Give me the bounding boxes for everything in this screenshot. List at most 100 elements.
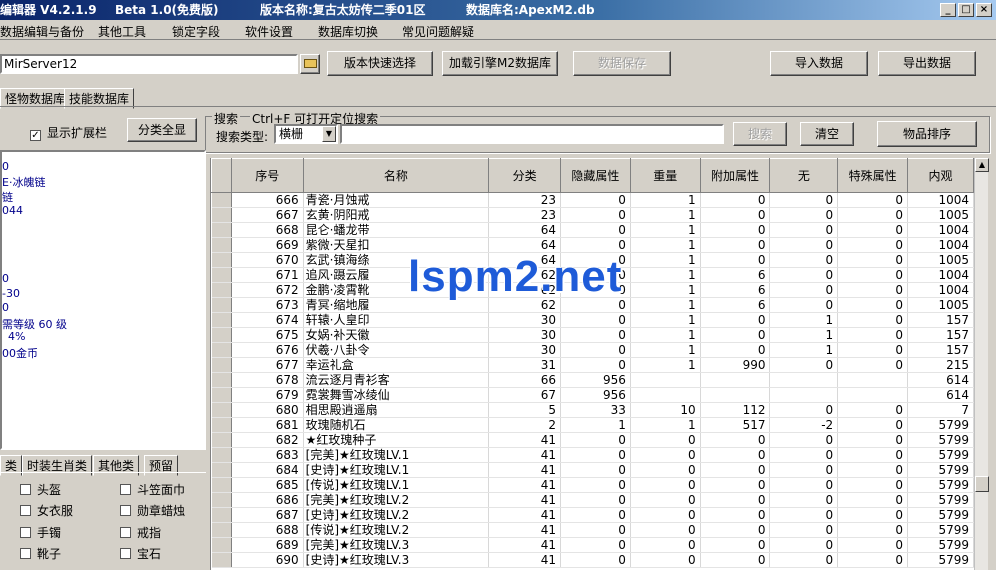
row-indicator[interactable] bbox=[211, 267, 232, 283]
chevron-down-icon[interactable]: ▼ bbox=[322, 126, 336, 142]
cell-none[interactable]: 0 bbox=[769, 297, 839, 313]
row-indicator[interactable] bbox=[211, 342, 232, 358]
cell-weight[interactable]: 1 bbox=[630, 357, 701, 373]
cell-appearance[interactable]: 5799 bbox=[907, 477, 974, 493]
cell-special-attr[interactable]: 0 bbox=[837, 417, 909, 433]
cell-category[interactable]: 67 bbox=[488, 387, 561, 403]
table-row[interactable]: 674 轩辕·人皇印 30 0 1 0 1 0 157 bbox=[211, 312, 974, 328]
col-header-category[interactable]: 分类 bbox=[488, 158, 561, 193]
cell-appearance[interactable]: 1004 bbox=[907, 282, 974, 298]
menu-tools[interactable]: 其他工具 bbox=[98, 23, 146, 40]
cell-extra-attr[interactable]: 0 bbox=[700, 327, 771, 343]
table-row[interactable]: 675 女娲·补天徽 30 0 1 0 1 0 157 bbox=[211, 327, 974, 343]
cell-weight[interactable]: 1 bbox=[630, 237, 701, 253]
cell-appearance[interactable]: 5799 bbox=[907, 552, 974, 568]
folder-browse-button[interactable] bbox=[300, 54, 320, 74]
cell-name[interactable]: 玫瑰随机石 bbox=[303, 417, 490, 433]
menu-db-switch[interactable]: 数据库切换 bbox=[318, 23, 378, 40]
cell-none[interactable] bbox=[769, 387, 839, 403]
server-path-field[interactable]: MirServer12 bbox=[0, 54, 298, 74]
cell-category[interactable]: 66 bbox=[488, 372, 561, 388]
cell-none[interactable]: 0 bbox=[769, 492, 839, 508]
cell-extra-attr[interactable]: 0 bbox=[700, 462, 771, 478]
cell-none[interactable]: 0 bbox=[769, 252, 839, 268]
cell-appearance[interactable]: 5799 bbox=[907, 417, 974, 433]
cell-name[interactable]: [完美]★红玫瑰LV.3 bbox=[303, 537, 490, 553]
table-row[interactable]: 669 紫微·天星扣 64 0 1 0 0 0 1004 bbox=[211, 237, 974, 253]
col-header-hidden-attr[interactable]: 隐藏属性 bbox=[559, 158, 631, 193]
table-row[interactable]: 681 玫瑰随机石 2 1 1 517 -2 0 5799 bbox=[211, 417, 974, 433]
table-row[interactable]: 688 [传说]★红玫瑰LV.2 41 0 0 0 0 0 5799 bbox=[211, 522, 974, 538]
row-indicator[interactable] bbox=[211, 492, 232, 508]
cell-special-attr[interactable]: 0 bbox=[837, 432, 909, 448]
cell-special-attr[interactable]: 0 bbox=[837, 477, 909, 493]
cell-extra-attr[interactable]: 0 bbox=[700, 552, 771, 568]
cell-name[interactable]: 玄黄·阴阳戒 bbox=[303, 207, 490, 223]
cell-extra-attr[interactable]: 990 bbox=[700, 357, 771, 373]
cell-name[interactable]: 幸运礼盒 bbox=[303, 357, 490, 373]
cell-weight[interactable]: 1 bbox=[630, 342, 701, 358]
cell-category[interactable]: 64 bbox=[488, 222, 561, 238]
cell-hidden-attr[interactable]: 0 bbox=[560, 537, 631, 553]
cell-name[interactable]: [史诗]★红玫瑰LV.3 bbox=[303, 552, 490, 568]
cell-id[interactable]: 673 bbox=[231, 297, 304, 313]
cell-special-attr[interactable]: 0 bbox=[837, 297, 909, 313]
cell-appearance[interactable]: 5799 bbox=[907, 537, 974, 553]
cell-hidden-attr[interactable]: 1 bbox=[560, 417, 631, 433]
cell-extra-attr[interactable]: 0 bbox=[700, 477, 771, 493]
cell-appearance[interactable]: 5799 bbox=[907, 462, 974, 478]
table-row[interactable]: 677 幸运礼盒 31 0 1 990 0 0 215 bbox=[211, 357, 974, 373]
table-row[interactable]: 686 [完美]★红玫瑰LV.2 41 0 0 0 0 0 5799 bbox=[211, 492, 974, 508]
cell-hidden-attr[interactable]: 0 bbox=[560, 237, 631, 253]
cell-name[interactable]: [完美]★红玫瑰LV.1 bbox=[303, 447, 490, 463]
menu-lock-fields[interactable]: 锁定字段 bbox=[172, 23, 220, 40]
row-indicator[interactable] bbox=[211, 252, 232, 268]
cell-id[interactable]: 680 bbox=[231, 402, 304, 418]
cell-appearance[interactable]: 157 bbox=[907, 327, 974, 343]
cell-id[interactable]: 668 bbox=[231, 222, 304, 238]
cell-none[interactable]: 0 bbox=[769, 477, 839, 493]
show-all-button[interactable]: 分类全显 bbox=[127, 118, 197, 142]
cell-special-attr[interactable]: 0 bbox=[837, 492, 909, 508]
cell-none[interactable]: 0 bbox=[769, 192, 839, 208]
cell-hidden-attr[interactable]: 33 bbox=[560, 402, 631, 418]
cell-extra-attr[interactable]: 0 bbox=[700, 312, 771, 328]
table-row[interactable]: 668 昆仑·蟠龙带 64 0 1 0 0 0 1004 bbox=[211, 222, 974, 238]
cell-appearance[interactable]: 157 bbox=[907, 312, 974, 328]
table-row[interactable]: 683 [完美]★红玫瑰LV.1 41 0 0 0 0 0 5799 bbox=[211, 447, 974, 463]
cell-appearance[interactable]: 5799 bbox=[907, 432, 974, 448]
clear-button[interactable]: 清空 bbox=[800, 122, 854, 146]
cell-hidden-attr[interactable]: 0 bbox=[560, 327, 631, 343]
cell-category[interactable]: 31 bbox=[488, 357, 561, 373]
cell-extra-attr[interactable]: 6 bbox=[700, 267, 771, 283]
row-indicator[interactable] bbox=[211, 522, 232, 538]
menu-settings[interactable]: 软件设置 bbox=[245, 23, 293, 40]
cell-appearance[interactable]: 1004 bbox=[907, 267, 974, 283]
cell-id[interactable]: 681 bbox=[231, 417, 304, 433]
cell-name[interactable]: 昆仑·蟠龙带 bbox=[303, 222, 490, 238]
cell-category[interactable]: 41 bbox=[488, 537, 561, 553]
cell-none[interactable]: 0 bbox=[769, 447, 839, 463]
cell-special-attr[interactable]: 0 bbox=[837, 462, 909, 478]
cell-none[interactable]: 0 bbox=[769, 222, 839, 238]
close-button[interactable]: × bbox=[976, 3, 992, 17]
cell-hidden-attr[interactable]: 956 bbox=[560, 387, 631, 403]
cell-hidden-attr[interactable]: 0 bbox=[560, 357, 631, 373]
menu-faq[interactable]: 常见问题解疑 bbox=[402, 23, 474, 40]
cell-category[interactable]: 41 bbox=[488, 477, 561, 493]
checkbox-female-clothes[interactable]: 女衣服 bbox=[20, 502, 73, 519]
cell-special-attr[interactable]: 0 bbox=[837, 207, 909, 223]
col-header-none[interactable]: 无 bbox=[769, 158, 839, 193]
cell-special-attr[interactable]: 0 bbox=[837, 447, 909, 463]
cell-weight[interactable] bbox=[630, 372, 701, 388]
col-header-name[interactable]: 名称 bbox=[302, 158, 490, 193]
cell-none[interactable]: 0 bbox=[769, 237, 839, 253]
cell-none[interactable]: 1 bbox=[769, 342, 839, 358]
cell-extra-attr[interactable]: 0 bbox=[700, 537, 771, 553]
cell-name[interactable]: 紫微·天星扣 bbox=[303, 237, 490, 253]
cell-appearance[interactable]: 5799 bbox=[907, 507, 974, 523]
cell-special-attr[interactable]: 0 bbox=[837, 312, 909, 328]
cell-appearance[interactable]: 215 bbox=[907, 357, 974, 373]
cell-id[interactable]: 686 bbox=[231, 492, 304, 508]
row-indicator[interactable] bbox=[211, 207, 232, 223]
